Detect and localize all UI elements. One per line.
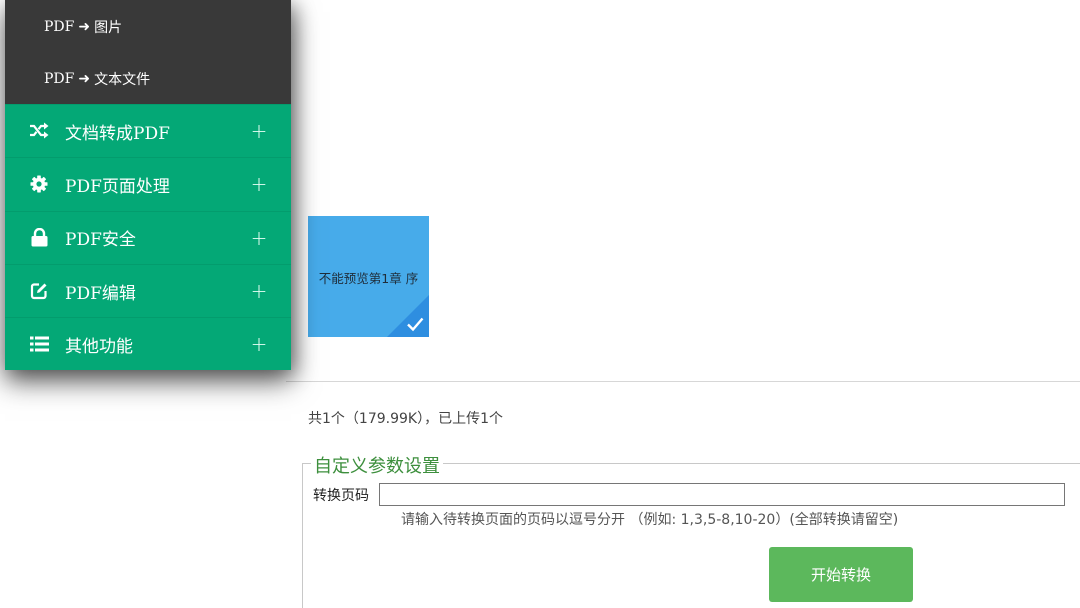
checkmark-icon <box>407 317 424 332</box>
sidebar-item-label: PDF编辑 <box>65 283 136 304</box>
expand-plus-icon[interactable]: + <box>249 281 269 301</box>
sidebar-item-label: 其他功能 <box>65 336 133 357</box>
submenu-item-pdf-to-text[interactable]: PDF ➜ 文本文件 <box>5 53 291 104</box>
sidebar-item-page-processing[interactable]: PDF页面处理 + <box>5 157 291 211</box>
submenu-item-prefix: PDF <box>44 70 75 87</box>
sidebar-item-pdf-security[interactable]: PDF安全 + <box>5 210 291 264</box>
side-menu: PDF ➜ 图片 PDF ➜ 文本文件 文档转成PDF + PDF页面处理 + … <box>5 0 291 371</box>
submenu-item-label: 文本文件 <box>94 71 151 88</box>
expand-plus-icon[interactable]: + <box>249 228 269 248</box>
sidebar-item-label: PDF页面处理 <box>65 176 170 197</box>
file-thumbnail[interactable]: 不能预览第1章 序 <box>308 216 429 337</box>
thumbnail-text: 不能预览第1章 序 <box>318 271 419 286</box>
page-range-label: 转换页码 <box>313 488 369 504</box>
divider <box>286 381 1080 382</box>
sidebar-item-other[interactable]: 其他功能 + <box>5 317 291 371</box>
arrow-right-icon: ➜ <box>78 70 91 87</box>
settings-fieldset: 自定义参数设置 转换页码 请输入待转换页面的页码以逗号分开 （例如: 1,3,5… <box>302 452 1080 608</box>
edit-icon <box>29 281 49 301</box>
list-icon <box>29 334 49 354</box>
page-range-input[interactable] <box>379 483 1065 506</box>
page-range-hint: 请输入待转换页面的页码以逗号分开 （例如: 1,3,5-8,10-20）(全部转… <box>401 512 899 528</box>
arrow-right-icon: ➜ <box>78 18 91 35</box>
submenu-item-label: 图片 <box>94 19 123 36</box>
shuffle-icon <box>29 121 49 141</box>
submenu-item-pdf-to-image[interactable]: PDF ➜ 图片 <box>5 0 291 53</box>
start-convert-button[interactable]: 开始转换 <box>769 547 913 602</box>
gear-icon <box>29 174 49 194</box>
lock-icon <box>29 228 49 248</box>
expand-plus-icon[interactable]: + <box>249 174 269 194</box>
settings-legend: 自定义参数设置 <box>311 452 443 478</box>
sidebar-item-label: 文档转成PDF <box>65 123 170 144</box>
page: PDF ➜ 图片 PDF ➜ 文本文件 文档转成PDF + PDF页面处理 + … <box>0 0 1080 608</box>
expand-plus-icon[interactable]: + <box>249 121 269 141</box>
expand-plus-icon[interactable]: + <box>249 334 269 354</box>
sidebar-item-pdf-edit[interactable]: PDF编辑 + <box>5 263 291 318</box>
submenu-item-prefix: PDF <box>44 18 75 35</box>
submenu: PDF ➜ 图片 PDF ➜ 文本文件 <box>5 0 291 104</box>
upload-stats: 共1个（179.99K），已上传1个 <box>308 411 503 427</box>
sidebar-item-label: PDF安全 <box>65 230 136 251</box>
sidebar-item-doc-to-pdf[interactable]: 文档转成PDF + <box>5 104 291 158</box>
